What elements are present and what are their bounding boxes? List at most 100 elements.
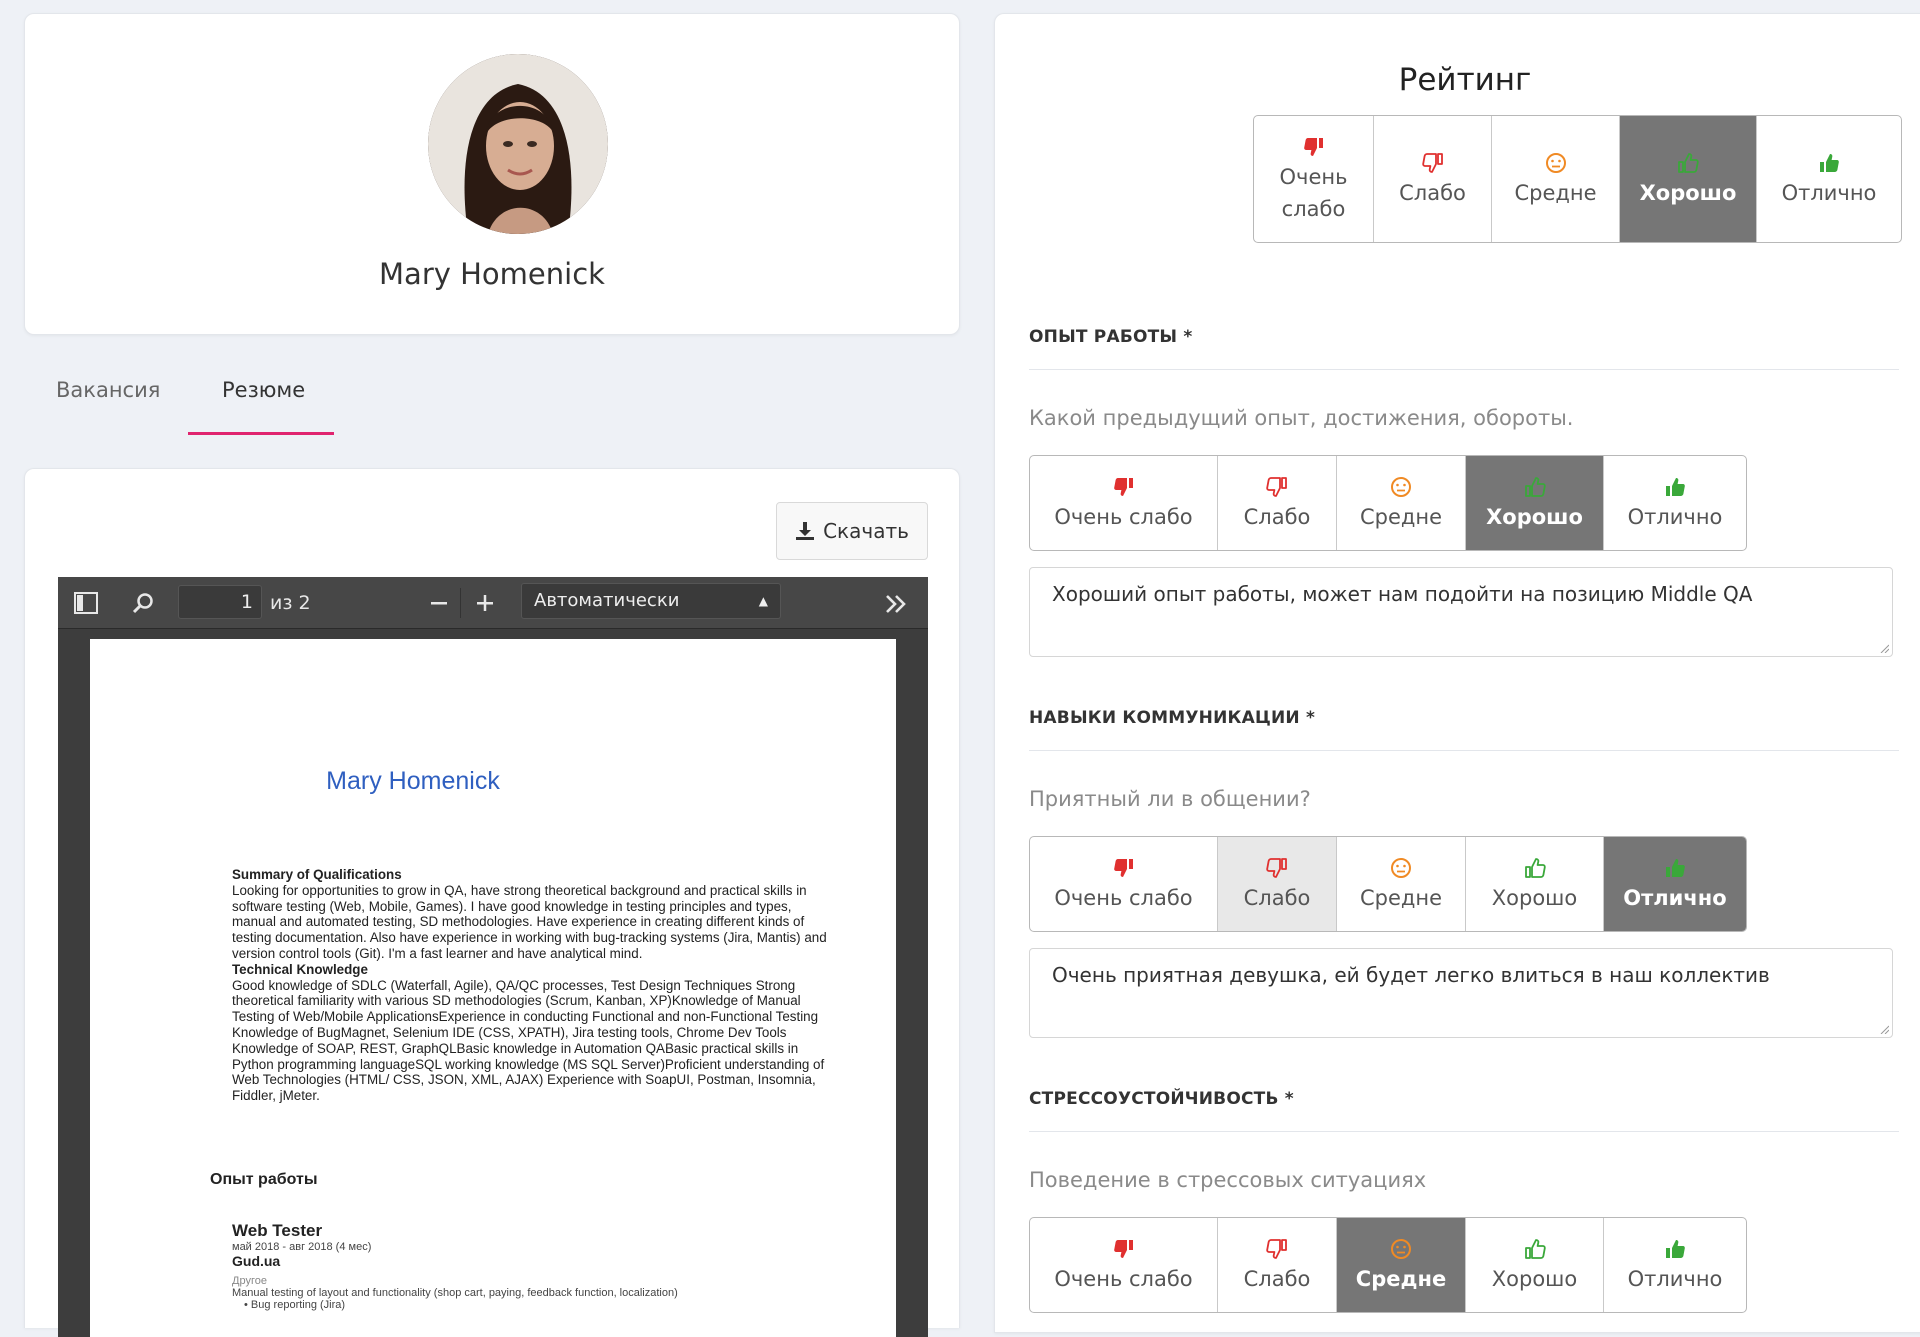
- rating-icon-wrapper: [1663, 1235, 1687, 1263]
- rating-icon-wrapper: [1265, 1235, 1289, 1263]
- overall-option-very-weak[interactable]: Очень слабо: [1254, 116, 1374, 242]
- rating-icon-wrapper: [1421, 149, 1445, 177]
- page-number-input[interactable]: 1: [178, 585, 262, 619]
- thumbs-up-filled-icon: [1820, 154, 1839, 172]
- experience-option-average[interactable]: Средне: [1337, 456, 1466, 550]
- thumbs-up-outline-icon: [1524, 1239, 1546, 1259]
- profile-card: Mary Homenick: [24, 13, 960, 335]
- stress-option-very-weak[interactable]: Очень слабо: [1030, 1218, 1218, 1312]
- pdf-tech-text: Good knowledge of SDLC (Waterfall, Agile…: [232, 977, 825, 1104]
- stress-option-good[interactable]: Хорошо: [1466, 1218, 1604, 1312]
- rating-icon-wrapper: [1389, 473, 1413, 501]
- communication-option-very-weak[interactable]: Очень слабо: [1030, 837, 1218, 931]
- find-button[interactable]: [132, 577, 154, 629]
- tab-resume[interactable]: Резюме: [222, 378, 305, 402]
- active-tab-indicator: [188, 432, 334, 435]
- thumbs-up-outline-icon: [1524, 858, 1546, 878]
- section-hint-experience: Какой предыдущий опыт, достижения, оборо…: [1029, 406, 1574, 430]
- thumbs-down-outline-icon: [1266, 1239, 1287, 1259]
- plus-icon: [477, 595, 493, 611]
- rating-option-label: Средне: [1355, 1267, 1447, 1291]
- zoom-select[interactable]: Автоматически ▲: [521, 583, 781, 619]
- pdf-candidate-name: Mary Homenick: [326, 767, 500, 795]
- thumbs-down-filled-icon: [1303, 138, 1323, 156]
- rating-icon-wrapper: [1112, 854, 1136, 882]
- communication-option-weak[interactable]: Слабо: [1218, 837, 1337, 931]
- pdf-job-bullet: • Bug reporting (Jira): [244, 1299, 346, 1311]
- rating-option-label: Средне: [1359, 505, 1443, 529]
- minus-icon: [431, 602, 447, 605]
- overall-rating-group: Очень слабо Слабо Средне Хорошо Отлично: [1253, 115, 1902, 243]
- pdf-job: Web Tester май 2018 - авг 2018 (4 мес) G…: [232, 1221, 678, 1311]
- rating-icon-wrapper: [1112, 1235, 1136, 1263]
- overall-option-good[interactable]: Хорошо: [1620, 116, 1757, 242]
- section-hint-communication: Приятный ли в общении?: [1029, 787, 1311, 811]
- overall-option-weak[interactable]: Слабо: [1374, 116, 1492, 242]
- rating-icon-wrapper: [1663, 854, 1687, 882]
- thumbs-down-filled-icon: [1113, 1240, 1133, 1258]
- stress-option-average[interactable]: Средне: [1337, 1218, 1466, 1312]
- neutral-face-icon: [1391, 858, 1411, 878]
- communication-comment-text: Очень приятная девушка, ей будет легко в…: [1052, 963, 1770, 987]
- pdf-summary: Summary of Qualifications Looking for op…: [232, 867, 828, 1104]
- experience-option-weak[interactable]: Слабо: [1218, 456, 1337, 550]
- rating-option-label: Слабо: [1243, 505, 1311, 529]
- rating-option-label: Средне: [1359, 886, 1443, 910]
- section-divider: [1029, 750, 1899, 751]
- section-label-communication: НАВЫКИ КОММУНИКАЦИИ *: [1029, 708, 1316, 728]
- communication-option-excellent[interactable]: Отлично: [1604, 837, 1746, 931]
- stress-option-weak[interactable]: Слабо: [1218, 1218, 1337, 1312]
- pdf-tech-heading: Technical Knowledge: [232, 961, 368, 977]
- experience-option-very-weak[interactable]: Очень слабо: [1030, 456, 1218, 550]
- communication-option-good[interactable]: Хорошо: [1466, 837, 1604, 931]
- communication-option-average[interactable]: Средне: [1337, 837, 1466, 931]
- experience-comment-textarea[interactable]: Хороший опыт работы, может нам подойти н…: [1029, 567, 1893, 657]
- stress-option-excellent[interactable]: Отлично: [1604, 1218, 1746, 1312]
- rating-option-label: Отлично: [1781, 181, 1877, 205]
- page-total: из 2: [270, 592, 311, 614]
- zoom-out-button[interactable]: [430, 577, 448, 629]
- experience-rating-group: Очень слабо Слабо Средне Хорошо Отлично: [1029, 455, 1747, 551]
- rating-option-label: Очень слабо: [1054, 1267, 1193, 1291]
- rating-option-label: Очень слабо: [1279, 165, 1348, 221]
- overall-option-average[interactable]: Средне: [1492, 116, 1620, 242]
- tab-vacancy[interactable]: Вакансия: [56, 378, 160, 402]
- pdf-job-type: Другое: [232, 1275, 267, 1287]
- neutral-face-icon: [1391, 477, 1411, 497]
- rating-option-label: Слабо: [1399, 181, 1466, 205]
- download-icon: [796, 522, 815, 540]
- double-chevron-right-icon: [886, 594, 906, 613]
- neutral-face-icon: [1545, 153, 1566, 173]
- thumbs-down-filled-icon: [1113, 859, 1133, 877]
- sidebar-toggle-button[interactable]: [74, 577, 98, 629]
- resume-card: Скачать 1 из 2 Автоматически ▲ Mary Home…: [24, 468, 960, 1337]
- rating-icon-wrapper: [1523, 1235, 1547, 1263]
- rating-card: Рейтинг Очень слабо Слабо Средне Хорошо Отли…: [994, 13, 1920, 1333]
- rating-option-label: Очень слабо: [1054, 886, 1193, 910]
- rating-option-label: Слабо: [1243, 886, 1311, 910]
- communication-comment-textarea[interactable]: Очень приятная девушка, ей будет легко в…: [1029, 948, 1893, 1038]
- resize-handle-icon[interactable]: [1879, 643, 1889, 653]
- thumbs-down-outline-icon: [1421, 153, 1443, 173]
- rating-option-label: Хорошо: [1491, 886, 1578, 910]
- rating-icon-wrapper: [1265, 854, 1289, 882]
- experience-option-good[interactable]: Хорошо: [1466, 456, 1604, 550]
- pdf-job-bullet-text: Bug reporting (Jira): [250, 1299, 346, 1311]
- pdf-page: Mary Homenick Summary of Qualifications …: [90, 639, 896, 1337]
- thumbs-up-outline-icon: [1678, 153, 1699, 173]
- pdf-job-company: Gud.ua: [232, 1253, 281, 1269]
- experience-option-excellent[interactable]: Отлично: [1604, 456, 1746, 550]
- rating-icon-wrapper: [1112, 473, 1136, 501]
- rating-icon-wrapper: [1389, 854, 1413, 882]
- pdf-job-title: Web Tester: [232, 1221, 323, 1240]
- rating-option-label: Средне: [1514, 181, 1597, 205]
- tools-button[interactable]: [884, 577, 908, 629]
- pdf-job-period: май 2018 - авг 2018 (4 мес): [232, 1241, 372, 1253]
- download-button[interactable]: Скачать: [776, 502, 928, 560]
- overall-option-excellent[interactable]: Отлично: [1757, 116, 1901, 242]
- toolbar-separator: [460, 588, 461, 618]
- resize-handle-icon[interactable]: [1879, 1024, 1889, 1034]
- zoom-in-button[interactable]: [476, 577, 494, 629]
- section-divider: [1029, 369, 1899, 370]
- rating-icon-wrapper: [1302, 133, 1326, 161]
